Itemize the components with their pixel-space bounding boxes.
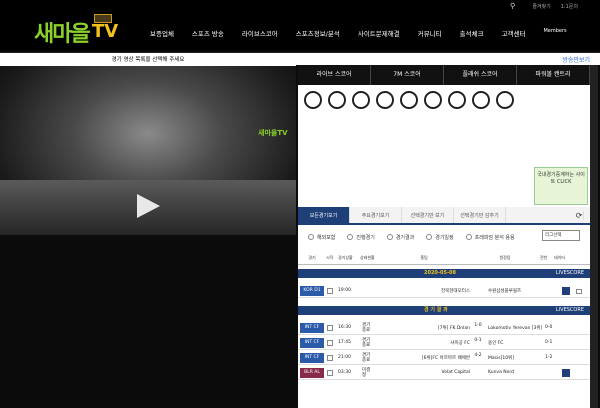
tab-powerball[interactable]: 파워볼 캔트리 [517, 65, 590, 85]
table-row: INT CF 21:00 경기종료 [6위]FC 아르마르 배에반 4-2 Ma… [298, 351, 590, 365]
nav-item-members[interactable]: Members [543, 28, 566, 38]
filter-results[interactable]: 경기결과 [386, 234, 414, 241]
score-provider-tabs: 라이브 스코어 7M 스코어 플래쉬 스코어 파워볼 캔트리 [298, 65, 590, 85]
row-checkbox[interactable] [327, 340, 333, 346]
player-caption: 경기 영상 목록을 선택해 주세요 [0, 55, 296, 66]
filter-schedule[interactable]: 경기일정 [426, 234, 454, 241]
stats-icon[interactable] [562, 369, 570, 377]
nav-item-partners[interactable]: 보증업체 [150, 28, 174, 38]
inquiry-link[interactable]: 1:1문의 [561, 3, 578, 10]
row-checkbox[interactable] [327, 355, 333, 361]
row-checkbox[interactable] [327, 370, 333, 376]
table-row: INT CF 17:45 경기종료 샤미공 FC 0-1 용인 FC 0-1 [298, 336, 590, 350]
filter-radios: 해외포함 진행경기 경기결과 경기일정 프레피엄 분석 용용 리그선택 [308, 230, 580, 243]
hockey-icon[interactable] [400, 91, 418, 109]
search-icon[interactable]: ⚲ [510, 2, 515, 10]
main-nav: 보증업체 스포츠 방송 라이브스코어 스포츠정보/분석 사이트문제해결 커뮤니티… [150, 28, 585, 38]
filter-tabs: 모든경기보기 주요경기보기 선택경기만 보기 선택경기만 감추기 ⟳ [298, 207, 590, 225]
sport-icons [298, 87, 590, 113]
nav-item-attendance[interactable]: 출석체크 [460, 28, 484, 38]
row-checkbox[interactable] [327, 325, 333, 331]
tab-live-score[interactable]: 라이브 스코어 [298, 65, 371, 85]
tab-flash-score[interactable]: 플래쉬 스코어 [444, 65, 517, 85]
esports-icon[interactable] [472, 91, 490, 109]
filter-in-progress[interactable]: 진행경기 [347, 234, 375, 241]
stats-icon[interactable] [562, 287, 570, 295]
player-watermark: 새마을TV [258, 129, 288, 137]
nav-item-troubleshoot[interactable]: 사이트문제해결 [358, 28, 400, 38]
more-sports-icon[interactable] [496, 91, 514, 109]
video-player[interactable]: 경기 영상 목록을 선택해 주세요 새마을TV [0, 55, 296, 235]
top-utility-bar: ⚲ 즐겨찾기 1:1문의 [0, 0, 600, 12]
baseball-icon[interactable] [328, 91, 346, 109]
ad-banner[interactable]: 국내경기중계하는 사이트 CLICK [534, 167, 588, 205]
filter-premium[interactable]: 프레피엄 분석 용용 [465, 234, 515, 241]
table-header: 경기 시작 경기상황 상태현황 홈팀 원정팀 전반 데이터 [298, 251, 590, 265]
tab-hide-selected[interactable]: 선택경기만 감추기 [454, 207, 506, 223]
nav-item-community[interactable]: 커뮤니티 [418, 28, 442, 38]
tab-selected-only[interactable]: 선택경기만 보기 [402, 207, 454, 223]
table-row: INT CF 16:30 경기종료 [7위] FK Dnlan 1-0 Loko… [298, 321, 590, 335]
filter-overseas[interactable]: 해외포함 [308, 234, 335, 241]
tab-all-games[interactable]: 모든경기보기 [298, 207, 350, 223]
site-header: 새마을 TV 보증업체 스포츠 방송 라이브스코어 스포츠정보/분석 사이트문제… [0, 12, 600, 50]
nav-item-support[interactable]: 고객센터 [502, 28, 526, 38]
refresh-icon[interactable]: ⟳ [575, 211, 584, 220]
site-logo[interactable]: 새마을 TV [34, 14, 118, 48]
nav-item-sports-broadcast[interactable]: 스포츠 방송 [192, 28, 224, 38]
tab-major-games[interactable]: 주요경기보기 [350, 207, 402, 223]
broadcast-only-link[interactable]: 방송만보기 [562, 55, 590, 64]
table-row: KOR D1 19:00 전북현대모터스 수원삼성블루윙즈 [298, 284, 590, 298]
info-icon[interactable] [576, 289, 582, 294]
nav-item-sports-info[interactable]: 스포츠정보/분석 [296, 28, 340, 38]
tab-7m-score[interactable]: 7M 스코어 [371, 65, 444, 85]
date-bar: 2020-05-08 LIVESCORE [298, 269, 590, 278]
results-bar: 경 기 결 과 LIVESCORE [298, 306, 590, 315]
football-icon[interactable] [448, 91, 466, 109]
scrollbar[interactable] [590, 65, 598, 408]
nav-item-livescore[interactable]: 라이브스코어 [242, 28, 278, 38]
row-checkbox[interactable] [327, 288, 333, 294]
livescore-panel: 라이브 스코어 7M 스코어 플래쉬 스코어 파워볼 캔트리 국내경기중계하는 … [298, 65, 590, 408]
tennis-icon[interactable] [424, 91, 442, 109]
soccer-icon[interactable] [304, 91, 322, 109]
left-blank-area [0, 235, 296, 408]
play-icon[interactable] [135, 193, 161, 219]
favorites-link[interactable]: 즐겨찾기 [532, 3, 550, 10]
volleyball-icon[interactable] [376, 91, 394, 109]
table-row: BLR AL 03:30 미결정 Volat Capital Kunva Nor… [298, 366, 590, 380]
basketball-icon[interactable] [352, 91, 370, 109]
league-select[interactable]: 리그선택 [542, 230, 580, 241]
